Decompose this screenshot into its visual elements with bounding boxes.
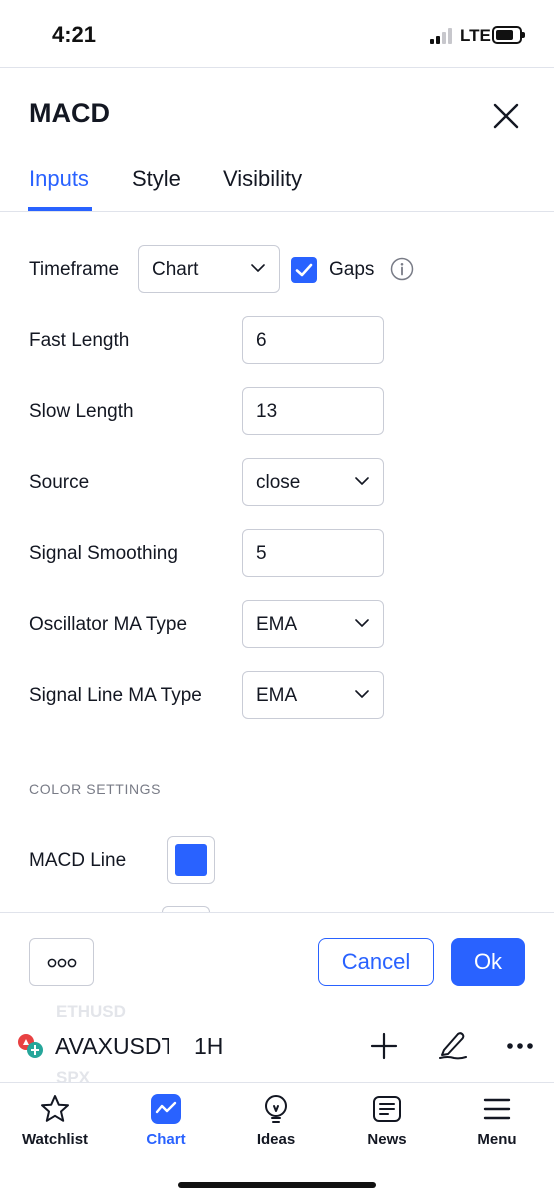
tab-style[interactable]: Style: [132, 166, 181, 192]
slow-length-label: Slow Length: [29, 401, 134, 422]
nav-ideas[interactable]: Ideas: [226, 1093, 326, 1153]
close-button[interactable]: [490, 100, 522, 132]
add-icon[interactable]: [368, 1030, 400, 1062]
nav-label-watchlist: Watchlist: [21, 1131, 89, 1148]
info-icon[interactable]: [390, 257, 414, 281]
dialog-footer: Cancel Ok: [0, 912, 554, 1008]
source-label: Source: [29, 472, 90, 493]
signal-line-ma-type-select[interactable]: EMA: [242, 671, 384, 719]
more-options-button[interactable]: [29, 938, 94, 986]
macd-line-color-swatch: [175, 844, 207, 876]
gaps-checkbox[interactable]: [291, 257, 317, 283]
chevron-down-icon: [251, 264, 265, 273]
status-bar: 4:21 LTE: [0, 0, 554, 68]
star-icon: [41, 1095, 69, 1122]
news-icon: [373, 1096, 401, 1122]
signal-strength-icon: [430, 28, 454, 44]
macd-line-color-picker[interactable]: [167, 836, 215, 884]
source-value: close: [256, 472, 301, 493]
signal-line-ma-type-value: EMA: [256, 685, 298, 706]
nav-news[interactable]: News: [337, 1093, 437, 1153]
timeframe-value: Chart: [152, 259, 199, 280]
menu-icon: [483, 1098, 511, 1120]
cancel-button[interactable]: Cancel: [318, 938, 434, 986]
symbol-name[interactable]: AVAXUSDT: [55, 1033, 169, 1060]
color-settings-heading: COLOR SETTINGS: [29, 781, 162, 797]
chevron-down-icon: [355, 619, 369, 628]
ok-button[interactable]: Ok: [451, 938, 525, 986]
oscillator-ma-type-value: EMA: [256, 614, 298, 635]
oscillator-ma-type-select[interactable]: EMA: [242, 600, 384, 648]
tab-inputs[interactable]: Inputs: [29, 166, 89, 192]
source-select[interactable]: close: [242, 458, 384, 506]
lightbulb-icon: [265, 1095, 287, 1123]
signal-smoothing-input[interactable]: 5: [242, 529, 384, 577]
chevron-down-icon: [355, 477, 369, 486]
close-icon: [493, 103, 519, 129]
timeframe-label: Timeframe: [29, 259, 120, 280]
dialog-title: MACD: [29, 98, 110, 128]
signal-line-ma-type-label: Signal Line MA Type: [29, 685, 202, 706]
macd-line-label: MACD Line: [29, 850, 127, 871]
tab-bar: Inputs Style Visibility: [0, 148, 554, 212]
fast-length-input[interactable]: 6: [242, 316, 384, 364]
more-horizontal-icon[interactable]: [505, 1030, 537, 1062]
tab-visibility[interactable]: Visibility: [223, 166, 302, 192]
symbol-logo-icon: [16, 1032, 44, 1060]
status-time: 4:21: [52, 22, 97, 47]
slow-length-input[interactable]: 13: [242, 387, 384, 435]
fast-length-label: Fast Length: [29, 330, 130, 351]
chevron-down-icon: [355, 690, 369, 699]
chart-icon: [151, 1094, 181, 1124]
network-type: LTE: [460, 26, 491, 45]
nav-label-ideas: Ideas: [256, 1131, 296, 1148]
signal-smoothing-value: 5: [256, 543, 267, 564]
nav-label-news: News: [367, 1131, 407, 1148]
active-tab-indicator: [28, 207, 92, 211]
oscillator-ma-type-label: Oscillator MA Type: [29, 614, 188, 635]
fast-length-value: 6: [256, 330, 267, 351]
timeframe-select[interactable]: Chart: [138, 245, 280, 293]
signal-smoothing-label: Signal Smoothing: [29, 543, 178, 564]
interval-selector[interactable]: 1H: [194, 1033, 223, 1060]
more-dots-icon: [47, 958, 77, 968]
slow-length-value: 13: [256, 401, 278, 422]
home-indicator: [178, 1182, 376, 1188]
nav-chart[interactable]: Chart: [116, 1093, 216, 1153]
checkmark-icon: [295, 263, 313, 277]
battery-icon: [492, 26, 525, 44]
nav-menu[interactable]: Menu: [447, 1093, 547, 1153]
nav-label-chart: Chart: [146, 1131, 186, 1148]
drawing-tool-icon[interactable]: [436, 1028, 468, 1060]
gaps-label: Gaps: [329, 259, 375, 280]
nav-label-menu: Menu: [477, 1131, 517, 1148]
nav-watchlist[interactable]: Watchlist: [5, 1093, 105, 1153]
ghost-symbol-above: ETHUSD: [56, 1002, 126, 1021]
